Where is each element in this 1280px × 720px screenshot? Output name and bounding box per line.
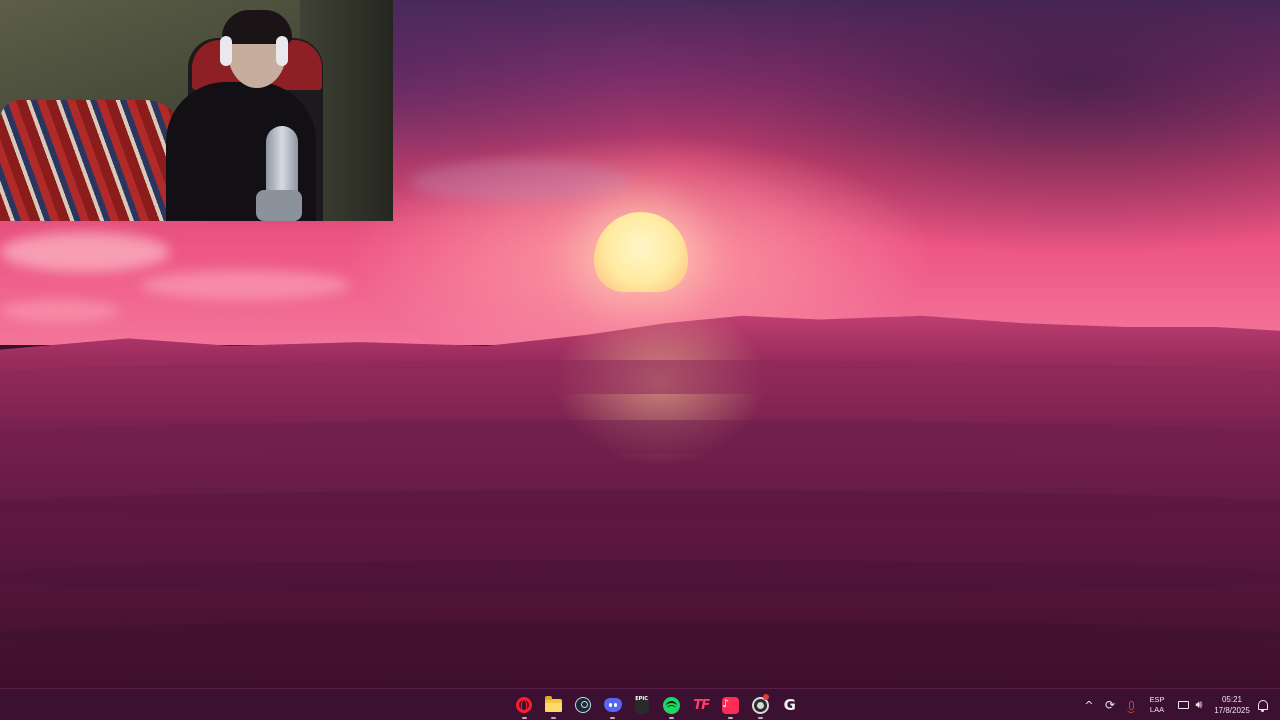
epic-games-icon: EPIC [635,696,650,714]
tf-app-icon: TF [693,697,710,713]
input-language-button[interactable]: ESP LAA [1146,689,1168,720]
notification-center-button[interactable] [1256,689,1270,720]
sync-icon: ⟳ [1104,698,1116,712]
taskbar-obs-studio[interactable] [746,689,776,720]
sync-tray-button[interactable]: ⟳ [1102,689,1118,720]
clock-date: 17/8/2025 [1214,706,1250,715]
show-hidden-icons-button[interactable]: ^ [1082,689,1096,720]
microphone-icon [1126,700,1135,713]
tiktok-icon: ♪ [722,696,740,714]
opera-gx-icon [516,697,533,713]
volume-tray-button[interactable]: 🔊︎ [1192,689,1206,720]
wallpaper-wave [0,420,1280,454]
running-indicator [551,717,557,719]
taskbar-opera-gx[interactable] [510,689,540,720]
volume-icon: 🔊︎ [1195,698,1203,711]
webcam-microphone [266,126,298,196]
running-indicator [610,717,616,719]
steam-icon [575,697,592,713]
language-code: ESP [1149,695,1165,704]
running-indicator [521,717,527,719]
taskbar-spotify[interactable] [657,689,687,720]
taskbar-g-hub[interactable]: G [775,689,805,720]
wallpaper-wave [0,360,1280,394]
wallpaper-cloud [0,232,170,272]
wallpaper-wave [0,490,1280,524]
taskbar-steam[interactable] [569,689,599,720]
windows-start-icon [487,697,503,713]
display-tray-button[interactable] [1176,689,1190,720]
keyboard-layout-code: LAA [1149,705,1165,714]
system-tray: ^ ⟳ ESP LAA 🔊︎ 05:21 17/8/2025 [1080,689,1280,720]
running-indicator [669,717,675,719]
clock-time: 05:21 [1221,695,1243,704]
clock-button[interactable]: 05:21 17/8/2025 [1210,689,1254,720]
webcam-microphone-stand [256,190,302,221]
taskbar-tiktok[interactable]: ♪ [716,689,746,720]
microphone-tray-button[interactable] [1124,689,1138,720]
spotify-icon [663,696,681,714]
running-indicator [728,717,734,719]
webcam-headset-right [276,36,288,66]
start-button[interactable] [480,689,510,720]
wallpaper-cloud [0,300,120,322]
taskbar: EPIC TF ♪ G ^ ⟳ ESP LAA 🔊︎ 05:21 17/8/20… [0,688,1280,720]
taskbar-discord[interactable] [598,689,628,720]
webcam-overlay [0,0,393,221]
g-hub-icon: G [783,696,796,714]
discord-icon [603,698,622,712]
notification-bell-icon [1258,700,1268,712]
file-explorer-icon [545,695,563,712]
taskbar-epic-games[interactable]: EPIC [628,689,658,720]
taskbar-app-icons: EPIC TF ♪ G [480,689,805,720]
display-icon [1177,701,1189,709]
taskbar-file-explorer[interactable] [539,689,569,720]
webcam-headset-left [220,36,232,66]
wallpaper-cloud [410,160,630,202]
running-indicator [757,717,763,719]
notification-dot [763,694,769,700]
wallpaper-cloud [140,270,350,300]
wallpaper-wave [0,560,1280,594]
taskbar-tf-app[interactable]: TF [687,689,717,720]
wallpaper-wave [0,620,1280,654]
webcam-striped-blanket [0,100,185,221]
chevron-up-icon: ^ [1084,698,1094,712]
